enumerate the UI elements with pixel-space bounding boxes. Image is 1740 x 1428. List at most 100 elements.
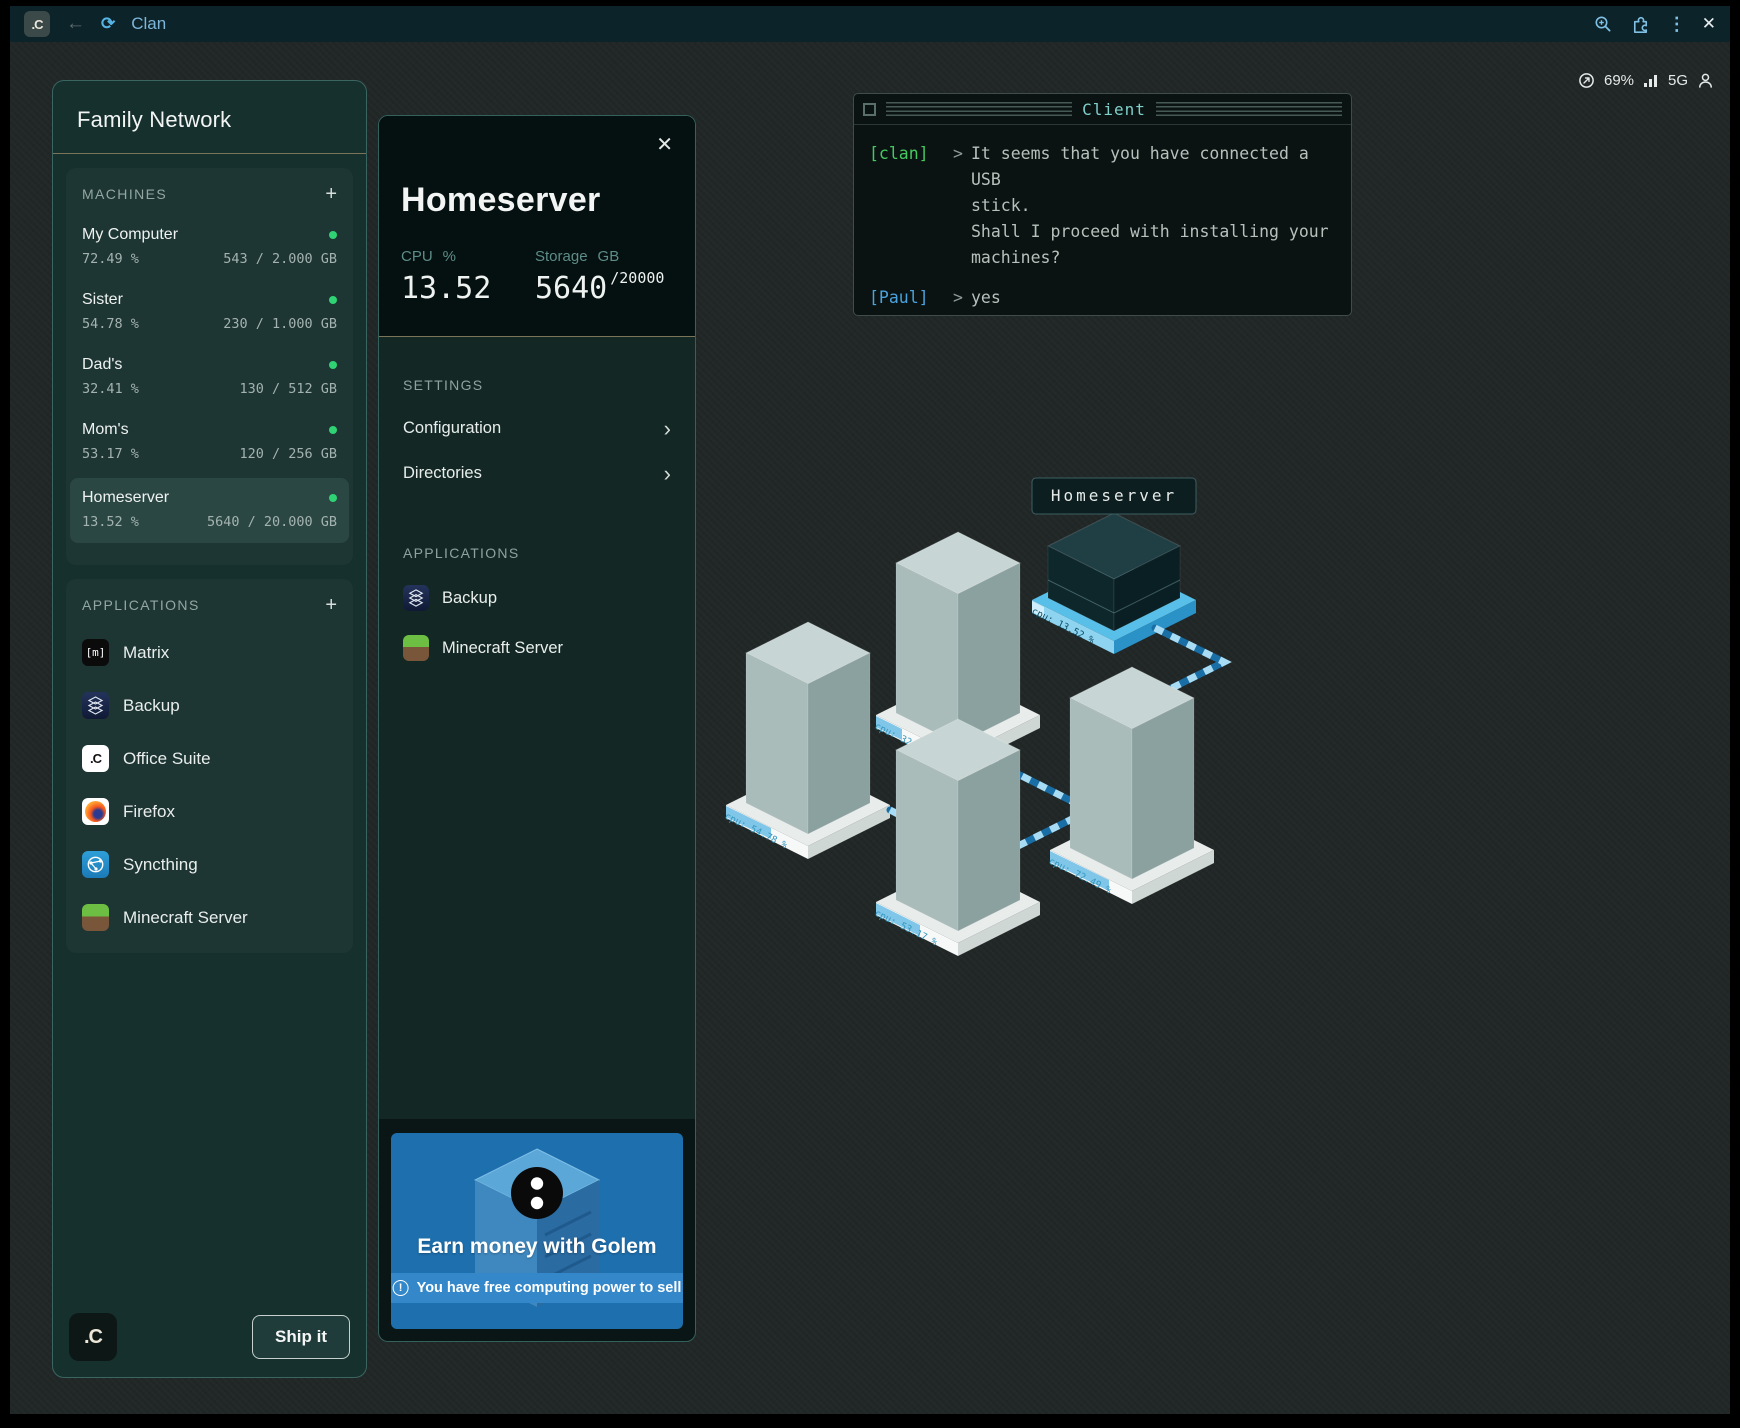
- app-item-matrix[interactable]: [m] Matrix: [82, 639, 337, 666]
- divider: [53, 153, 366, 154]
- titlebar-stripes: [886, 102, 1072, 116]
- machine-item-homeserver-selected[interactable]: Homeserver 13.52 % 5640 / 20.000 GB: [70, 478, 349, 543]
- zoom-icon[interactable]: [1592, 13, 1614, 35]
- machine-name: Dad's: [82, 356, 122, 374]
- close-icon[interactable]: ✕: [656, 132, 673, 157]
- page-title: Clan: [131, 14, 166, 34]
- terminal-titlebar[interactable]: Client: [854, 94, 1351, 125]
- storage-total: /20000: [610, 269, 664, 287]
- machine-cpu: 32.41 %: [82, 381, 139, 397]
- family-network-panel: Family Network MACHINES + My Computer 72…: [52, 80, 367, 1378]
- refresh-icon[interactable]: ⟳: [101, 14, 115, 34]
- desktop-area: 69% 5G Family Network: [10, 42, 1730, 1414]
- app-label: Minecraft Server: [123, 908, 248, 928]
- message-text: It seems that you have connected a USB s…: [971, 141, 1335, 271]
- app-label: Matrix: [123, 643, 169, 663]
- machine-storage: 5640 / 20.000 GB: [207, 514, 337, 530]
- speaker-paul: [Paul]: [869, 285, 945, 311]
- clan-logo-icon: .C: [69, 1313, 117, 1361]
- scene-node-my-computer[interactable]: cpu: 72.49 %: [1047, 667, 1214, 904]
- machine-storage: 230 / 1.000 GB: [223, 316, 337, 332]
- battery-percent: 69%: [1604, 72, 1634, 89]
- browser-topbar: .C ← ⟳ Clan ⋮ ✕: [10, 6, 1730, 42]
- cpu-label: CPU: [401, 248, 433, 265]
- detail-app-minecraft[interactable]: Minecraft Server: [403, 635, 671, 661]
- kebab-menu-icon[interactable]: ⋮: [1668, 14, 1686, 35]
- machine-name: Sister: [82, 291, 123, 309]
- app-window: .C ← ⟳ Clan ⋮ ✕: [10, 6, 1730, 1414]
- online-status-dot: [329, 361, 337, 369]
- network-topology-scene: cpu: 13.52 % Homeserver cpu: 32.41 %: [640, 450, 1240, 970]
- row-label: Directories: [403, 464, 482, 483]
- scene-node-sister[interactable]: cpu: 54.78 %: [723, 622, 890, 859]
- titlebar-stripes: [1156, 102, 1342, 116]
- minecraft-icon: [82, 904, 109, 931]
- machine-cpu: 72.49 %: [82, 251, 139, 267]
- app-item-backup[interactable]: Backup: [82, 692, 337, 719]
- sidebar-footer: .C Ship it: [69, 1313, 350, 1361]
- terminal-message: [clan] > It seems that you have connecte…: [869, 141, 1335, 271]
- app-label: Minecraft Server: [442, 639, 563, 658]
- storage-value: 5640: [535, 271, 607, 306]
- machine-storage: 130 / 512 GB: [239, 381, 337, 397]
- minecraft-icon: [403, 635, 429, 661]
- extensions-puzzle-icon[interactable]: [1630, 13, 1652, 35]
- signal-bars-icon: [1643, 73, 1659, 88]
- machines-card: MACHINES + My Computer 72.49 % 543 / 2.0…: [66, 168, 353, 565]
- settings-row-configuration[interactable]: Configuration ›: [403, 419, 671, 438]
- network-type: 5G: [1668, 72, 1688, 89]
- system-status-cluster: 69% 5G: [1578, 72, 1714, 89]
- settings-header: SETTINGS: [403, 377, 671, 393]
- online-status-dot: [329, 231, 337, 239]
- terminal-body: [clan] > It seems that you have connecte…: [854, 125, 1351, 311]
- message-text: yes: [971, 285, 1335, 311]
- node-label: Homeserver: [1051, 486, 1177, 505]
- online-status-dot: [329, 494, 337, 502]
- storage-stat: Storage GB 5640 /20000: [535, 248, 673, 306]
- settings-row-directories[interactable]: Directories ›: [403, 464, 671, 483]
- machine-item-sister[interactable]: Sister 54.78 % 230 / 1.000 GB: [82, 291, 337, 332]
- user-icon: [1697, 72, 1714, 89]
- battery-icon: [1578, 72, 1595, 89]
- sidebar-header: Family Network: [53, 81, 366, 153]
- backup-stack-icon: [82, 692, 109, 719]
- ship-it-button[interactable]: Ship it: [252, 1315, 350, 1359]
- detail-app-backup[interactable]: Backup: [403, 585, 671, 611]
- clan-logo-icon: .C: [24, 11, 50, 37]
- machine-name: Mom's: [82, 421, 129, 439]
- app-label: Backup: [123, 696, 180, 716]
- add-machine-button[interactable]: +: [325, 187, 337, 201]
- machine-storage: 543 / 2.000 GB: [223, 251, 337, 267]
- app-label: Syncthing: [123, 855, 198, 875]
- app-item-office-suite[interactable]: .C Office Suite: [82, 745, 337, 772]
- terminal-message: [Paul] > yes: [869, 285, 1335, 311]
- matrix-icon: [m]: [82, 639, 109, 666]
- app-label: Office Suite: [123, 749, 211, 769]
- app-item-minecraft-server[interactable]: Minecraft Server: [82, 904, 337, 931]
- ad-title: Earn money with Golem: [391, 1235, 683, 1259]
- machine-item-my-computer[interactable]: My Computer 72.49 % 543 / 2.000 GB: [82, 226, 337, 267]
- app-item-firefox[interactable]: Firefox: [82, 798, 337, 825]
- back-icon[interactable]: ←: [66, 13, 85, 35]
- machine-name: Homeserver: [82, 489, 169, 507]
- detail-header: ✕ Homeserver CPU % 13.52: [379, 116, 695, 336]
- window-widget-icon[interactable]: [863, 103, 876, 116]
- applications-card: APPLICATIONS + [m] Matrix Bac: [66, 579, 353, 953]
- golem-ad-banner[interactable]: Earn money with Golem ! You have free co…: [391, 1133, 683, 1329]
- backup-stack-icon: [403, 585, 429, 611]
- prompt-arrow: >: [945, 285, 971, 311]
- machine-item-moms[interactable]: Mom's 53.17 % 120 / 256 GB: [82, 421, 337, 462]
- window-close-icon[interactable]: ✕: [1702, 14, 1716, 34]
- info-icon: !: [393, 1280, 409, 1296]
- ad-pill-text: You have free computing power to sell: [417, 1280, 682, 1296]
- scene-node-moms[interactable]: cpu: 53.17 %: [873, 719, 1040, 956]
- firefox-icon: [82, 798, 109, 825]
- terminal-title: Client: [1082, 100, 1146, 119]
- scene-node-homeserver[interactable]: cpu: 13.52 % Homeserver: [1030, 478, 1196, 654]
- prompt-arrow: >: [945, 141, 971, 271]
- machine-item-dads[interactable]: Dad's 32.41 % 130 / 512 GB: [82, 356, 337, 397]
- add-application-button[interactable]: +: [325, 598, 337, 612]
- detail-title: Homeserver: [401, 181, 673, 220]
- machine-cpu: 53.17 %: [82, 446, 139, 462]
- app-item-syncthing[interactable]: Syncthing: [82, 851, 337, 878]
